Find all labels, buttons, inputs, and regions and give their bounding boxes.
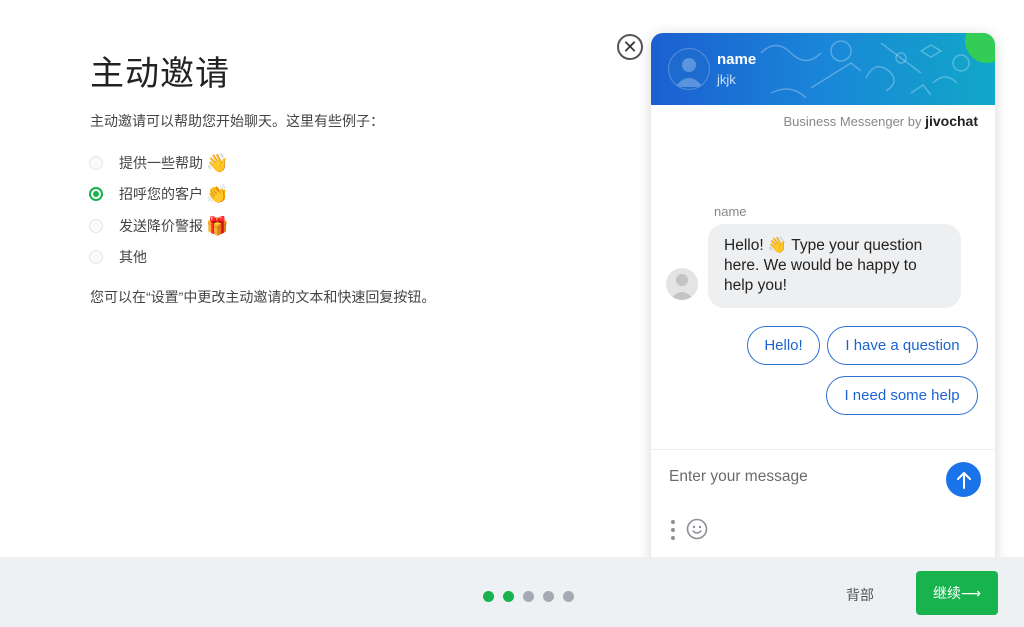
settings-note: 您可以在“设置”中更改主动邀请的文本和快速回复按钮。	[90, 289, 436, 305]
chat-header: name jkjk	[651, 33, 995, 105]
close-icon: ✕	[622, 36, 638, 57]
radio-other[interactable]	[89, 250, 103, 265]
close-button[interactable]: ✕	[617, 34, 643, 60]
chat-widget-preview: name jkjk Business Messenger by jivochat…	[651, 33, 995, 573]
arrow-up-icon	[956, 471, 971, 489]
back-button[interactable]: 背部	[846, 585, 874, 605]
clapping-hands-icon: 👏	[206, 184, 229, 205]
jivochat-logo: jivochat	[925, 113, 978, 129]
step-dot	[563, 591, 574, 602]
option-price-alert[interactable]: 发送降价警报 🎁	[89, 210, 228, 242]
wizard-footer: 背部 继续⟶	[0, 557, 1024, 627]
gift-icon: 🎁	[206, 215, 229, 236]
quick-reply-question[interactable]: I have a question	[827, 326, 978, 365]
step-dot	[503, 591, 514, 602]
invitation-options: 提供一些帮助 👋 招呼您的客户 👏 发送降价警报 🎁 其他	[89, 147, 228, 273]
option-label: 招呼您的客户	[119, 186, 203, 203]
powered-by[interactable]: Business Messenger by jivochat	[783, 113, 978, 129]
option-other[interactable]: 其他	[89, 242, 228, 274]
agent-subtitle: jkjk	[717, 72, 736, 87]
message-input[interactable]	[667, 467, 941, 487]
quick-reply-hello[interactable]: Hello!	[747, 326, 820, 365]
agent-avatar	[668, 48, 710, 90]
message-sender-name: name	[714, 204, 747, 219]
continue-button[interactable]: 继续⟶	[916, 571, 998, 615]
more-options-icon[interactable]	[670, 520, 676, 540]
radio-price-alert[interactable]	[89, 218, 103, 233]
step-dot	[523, 591, 534, 602]
message-avatar	[666, 268, 698, 300]
emoji-picker-icon[interactable]	[686, 518, 708, 540]
waving-hand-icon: 👋	[206, 152, 229, 173]
option-greet-customers[interactable]: 招呼您的客户 👏	[89, 179, 228, 211]
step-indicator	[483, 591, 574, 602]
radio-greet-customers[interactable]	[89, 187, 103, 202]
option-offer-help[interactable]: 提供一些帮助 👋	[89, 147, 228, 179]
agent-name-header: name	[717, 51, 757, 68]
agent-message-bubble: Hello! 👋 Type your question here. We wou…	[708, 224, 961, 308]
message-composer	[651, 449, 995, 573]
option-label: 提供一些帮助	[119, 154, 203, 171]
page-description: 主动邀请可以帮助您开始聊天。这里有些例子：	[90, 113, 384, 129]
step-dot	[543, 591, 554, 602]
page-title: 主动邀请	[90, 55, 230, 93]
option-label: 其他	[119, 249, 147, 266]
powered-prefix: Business Messenger by	[783, 114, 922, 129]
step-dot	[483, 591, 494, 602]
option-label: 发送降价警报	[119, 217, 203, 234]
send-button[interactable]	[946, 462, 981, 497]
quick-reply-help[interactable]: I need some help	[826, 376, 978, 415]
radio-offer-help[interactable]	[89, 155, 103, 170]
